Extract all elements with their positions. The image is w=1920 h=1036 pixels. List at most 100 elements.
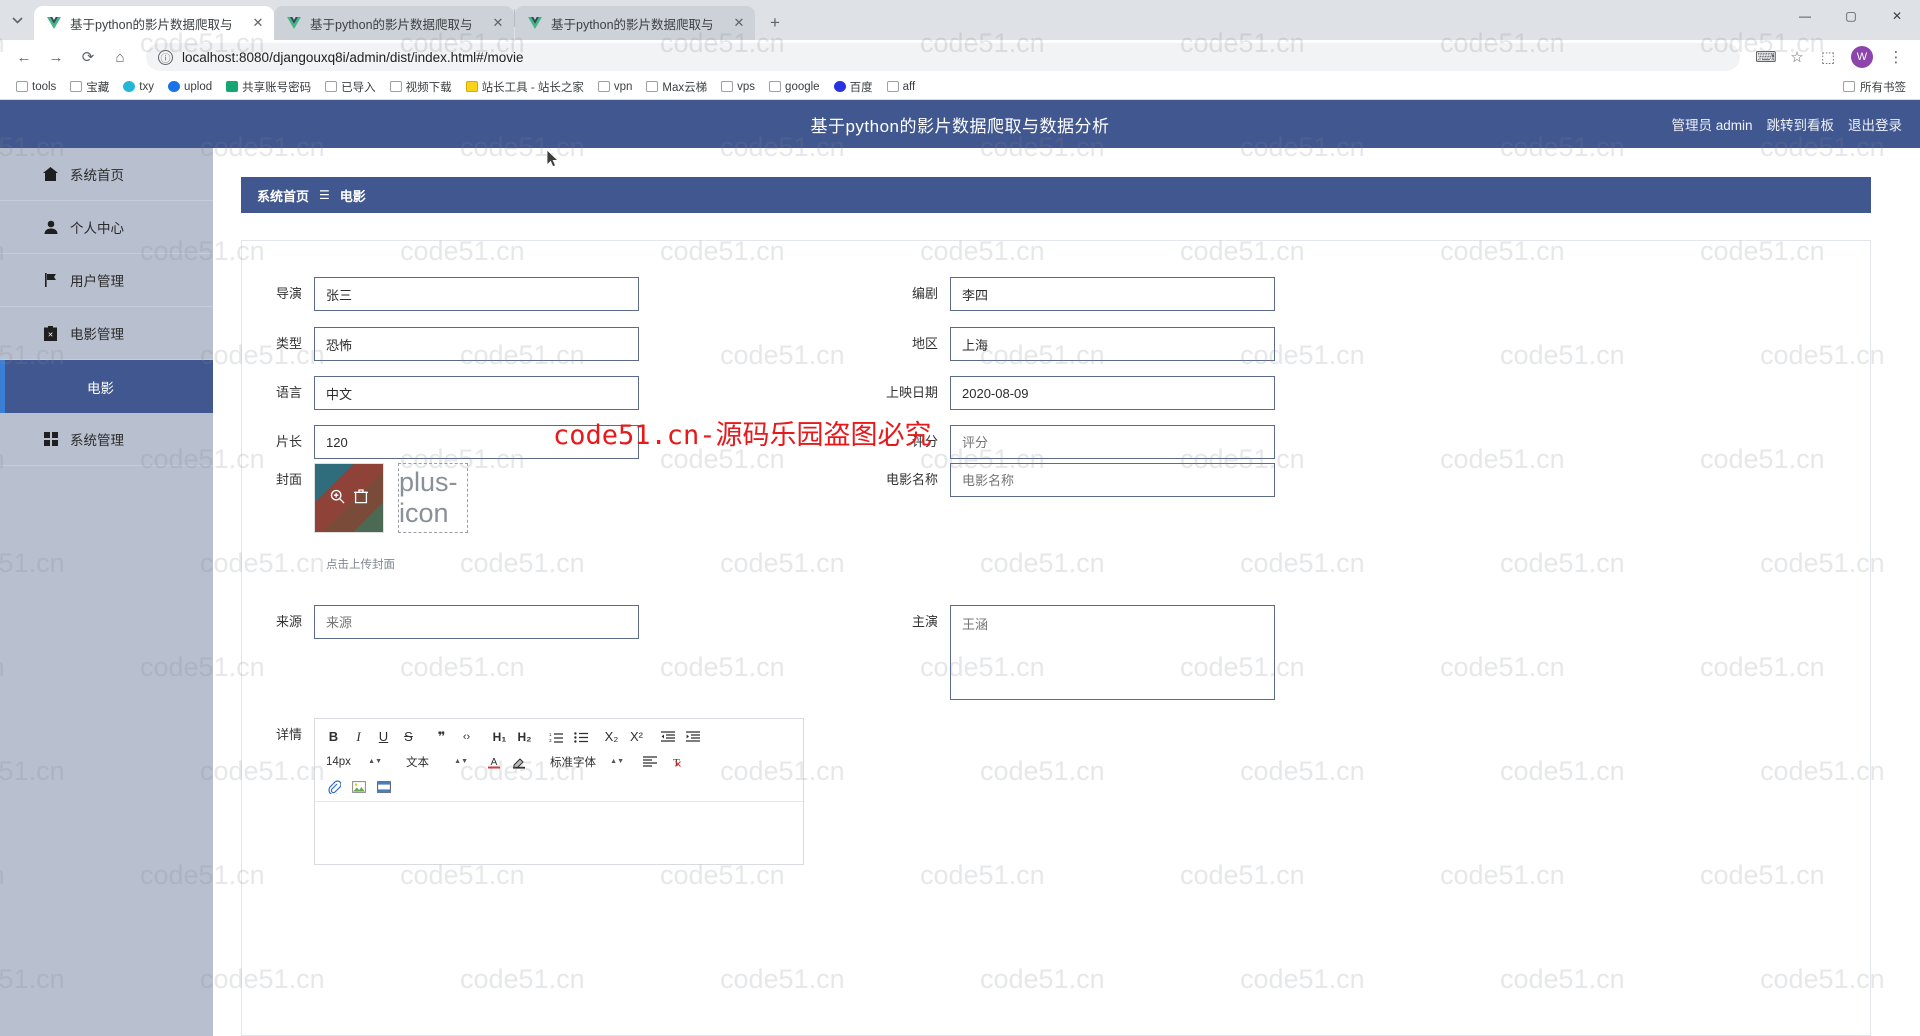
address-bar[interactable]: ⓘ localhost:8080/djangouxq8i/admin/dist/… xyxy=(146,43,1740,71)
bookmark-item[interactable]: 共享账号密码 xyxy=(220,76,317,98)
profile-avatar[interactable]: W xyxy=(1851,46,1873,68)
clipboard-icon: ✕ xyxy=(42,325,59,342)
site-icon xyxy=(226,81,239,92)
breadcrumb-separator-icon: ☰ xyxy=(319,188,330,202)
outdent-icon[interactable] xyxy=(655,725,680,748)
bold-icon[interactable]: B xyxy=(321,725,346,748)
region-input[interactable] xyxy=(950,327,1275,361)
clear-format-icon[interactable]: T xyxy=(662,750,687,773)
bookmark-item[interactable]: 已导入 xyxy=(319,76,382,98)
director-input[interactable] xyxy=(314,277,639,311)
attachment-icon[interactable] xyxy=(321,775,346,798)
bookmark-item[interactable]: tools xyxy=(10,78,62,96)
font-family-value: 标准字体 xyxy=(550,756,596,769)
bookmark-star-icon[interactable]: ☆ xyxy=(1783,43,1811,71)
browser-tab[interactable]: 基于python的影片数据爬取与 ✕ xyxy=(34,6,274,40)
superscript-icon[interactable]: X² xyxy=(624,725,649,748)
logout-link[interactable]: 退出登录 xyxy=(1848,114,1902,134)
ordered-list-icon[interactable]: 13 xyxy=(543,725,568,748)
folder-icon xyxy=(389,81,402,92)
form-row: 来源 xyxy=(242,605,639,639)
browser-tab[interactable]: 基于python的影片数据爬取与 ✕ xyxy=(515,6,755,40)
genre-label: 类型 xyxy=(275,336,302,351)
sidebar-item-profile[interactable]: 个人中心 xyxy=(0,201,213,254)
heading-1-icon[interactable]: H₁ xyxy=(487,725,512,748)
bookmark-item[interactable]: txy xyxy=(117,78,160,96)
source-input[interactable] xyxy=(314,605,639,639)
forward-icon[interactable]: → xyxy=(42,43,70,71)
extensions-icon[interactable]: ⬚ xyxy=(1814,43,1842,71)
home-icon[interactable]: ⌂ xyxy=(106,43,134,71)
back-icon[interactable]: ← xyxy=(10,43,38,71)
sidebar-item-label: 用户管理 xyxy=(70,274,124,289)
screenwriter-input[interactable] xyxy=(950,277,1275,311)
starring-textarea[interactable] xyxy=(950,605,1275,700)
close-icon[interactable]: ✕ xyxy=(490,15,506,31)
blockquote-icon[interactable]: ❞ xyxy=(429,725,454,748)
bookmark-item[interactable]: 站长工具 - 站长之家 xyxy=(460,76,590,98)
chevron-down-icon: ▲▼ xyxy=(454,758,468,765)
bookmark-item[interactable]: 宝藏 xyxy=(64,76,115,98)
sidebar-item-system-management[interactable]: 系统管理 xyxy=(0,413,213,466)
browser-menu-icon[interactable]: ⋮ xyxy=(1882,43,1910,71)
sidebar-item-movie-management[interactable]: ✕ 电影管理 xyxy=(0,307,213,360)
site-icon xyxy=(168,81,180,92)
all-bookmarks-button[interactable]: 所有书签 xyxy=(1843,79,1910,95)
movie-name-label: 电影名称 xyxy=(885,472,938,487)
breadcrumb-root[interactable]: 系统首页 xyxy=(257,186,309,205)
new-tab-button[interactable]: + xyxy=(761,9,789,37)
unordered-list-icon[interactable] xyxy=(568,725,593,748)
editor-content-area[interactable] xyxy=(315,802,803,864)
tab-strip: 基于python的影片数据爬取与 ✕ 基于python的影片数据爬取与 ✕ 基于… xyxy=(0,0,1920,40)
highlight-icon[interactable] xyxy=(506,750,531,773)
language-input[interactable] xyxy=(314,376,639,410)
insert-video-icon[interactable] xyxy=(371,775,396,798)
heading-2-icon[interactable]: H₂ xyxy=(512,725,537,748)
sidebar-item-users[interactable]: 用户管理 xyxy=(0,254,213,307)
tab-search-icon[interactable] xyxy=(0,0,34,40)
align-left-icon[interactable] xyxy=(637,750,662,773)
translate-icon[interactable]: ⌨ xyxy=(1752,43,1780,71)
browser-tab[interactable]: 基于python的影片数据爬取与 ✕ xyxy=(274,6,514,40)
close-window-button[interactable]: ✕ xyxy=(1874,0,1920,32)
underline-icon[interactable]: U xyxy=(371,725,396,748)
sidebar-item-movie[interactable]: 电影 xyxy=(0,360,213,413)
bookmark-item[interactable]: 视频下载 xyxy=(384,76,458,98)
text-style-select[interactable]: 文本 ▲▼ xyxy=(401,751,473,773)
minimize-button[interactable]: — xyxy=(1782,0,1828,32)
movie-name-input[interactable] xyxy=(950,463,1275,497)
window-controls: — ▢ ✕ xyxy=(1782,0,1920,40)
trash-icon[interactable] xyxy=(354,489,368,507)
form-row: 编剧 xyxy=(878,277,1275,311)
site-info-icon[interactable]: ⓘ xyxy=(158,49,173,65)
add-cover-button[interactable]: plus-icon xyxy=(398,463,468,533)
bookmark-item[interactable]: vpn xyxy=(592,78,639,96)
code-icon[interactable]: ‹› xyxy=(454,725,479,748)
subscript-icon[interactable]: X₂ xyxy=(599,725,624,748)
strikethrough-icon[interactable]: S xyxy=(396,725,421,748)
font-size-select[interactable]: 14px ▲▼ xyxy=(321,751,387,773)
release-date-input[interactable] xyxy=(950,376,1275,410)
genre-input[interactable] xyxy=(314,327,639,361)
bookmark-item[interactable]: 百度 xyxy=(828,76,879,98)
font-family-select[interactable]: 标准字体 ▲▼ xyxy=(545,751,629,773)
maximize-button[interactable]: ▢ xyxy=(1828,0,1874,32)
zoom-in-icon[interactable] xyxy=(330,489,345,507)
indent-icon[interactable] xyxy=(680,725,705,748)
bookmark-item[interactable]: Max云梯 xyxy=(640,76,713,98)
bookmark-item[interactable]: vps xyxy=(715,78,761,96)
bookmark-item[interactable]: aff xyxy=(881,78,922,96)
sidebar-item-home[interactable]: 系统首页 xyxy=(0,148,213,201)
close-icon[interactable]: ✕ xyxy=(731,15,747,31)
rating-input[interactable] xyxy=(950,425,1275,459)
bookmark-item[interactable]: uplod xyxy=(162,78,218,96)
close-icon[interactable]: ✕ xyxy=(250,15,266,31)
bookmark-label: vps xyxy=(737,80,756,93)
insert-image-icon[interactable] xyxy=(346,775,371,798)
font-color-icon[interactable]: A xyxy=(481,750,506,773)
italic-icon[interactable]: I xyxy=(346,725,371,748)
content-area: 系统首页 ☰ 电影 导演 编剧 类型 地区 xyxy=(213,148,1920,1036)
reload-icon[interactable]: ⟳ xyxy=(74,43,102,71)
goto-dashboard-link[interactable]: 跳转到看板 xyxy=(1767,114,1835,134)
bookmark-item[interactable]: google xyxy=(763,78,826,96)
